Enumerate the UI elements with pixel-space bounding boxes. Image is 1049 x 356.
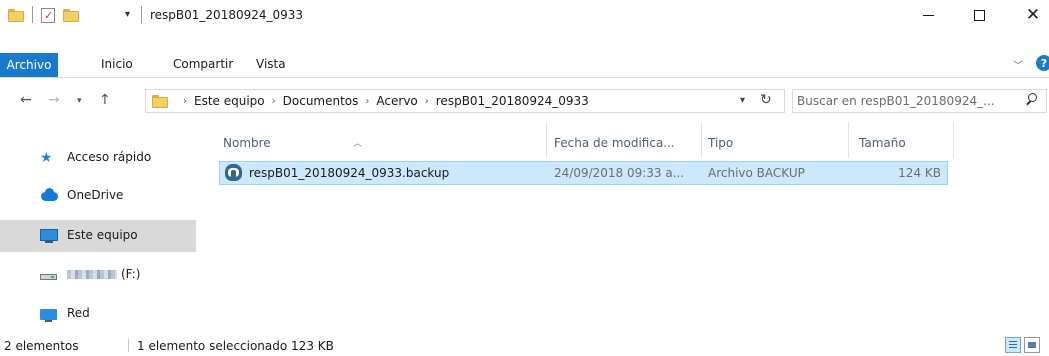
breadcrumb-separator-icon[interactable]: › (265, 94, 283, 109)
breadcrumb-separator-icon[interactable]: › (358, 94, 376, 109)
minimize-button[interactable] (905, 0, 951, 30)
column-header-nombre[interactable]: ︿ Nombre (223, 122, 548, 158)
table-row[interactable]: respB01_20180924_0933.backup 24/09/2018 … (219, 161, 948, 185)
window-title: respB01_20180924_0933 (150, 8, 304, 22)
properties-icon[interactable]: ✓ (41, 8, 55, 23)
column-header-tipo[interactable]: Tipo (708, 122, 848, 158)
maximize-button[interactable] (956, 0, 1002, 30)
address-folder-icon (152, 95, 168, 108)
refresh-icon[interactable]: ↻ (760, 92, 772, 108)
file-list: ︿ Nombre Fecha de modifica... Tipo Tamañ… (200, 116, 1049, 334)
search-icon[interactable] (1025, 93, 1039, 107)
sidebar-item-onedrive[interactable]: OneDrive (0, 180, 196, 212)
breadcrumb-este-equipo[interactable]: Este equipo (194, 94, 265, 109)
tab-archivo[interactable]: Archivo (0, 53, 58, 77)
breadcrumb-acervo[interactable]: Acervo (376, 94, 417, 109)
postgresql-elephant-icon (225, 164, 242, 181)
item-count: 2 elementos (4, 339, 79, 353)
sidebar-item-este-equipo[interactable]: Este equipo (0, 220, 196, 252)
recent-locations-chevron-icon[interactable]: ▾ (77, 96, 82, 106)
this-pc-monitor-icon (40, 229, 58, 243)
onedrive-cloud-icon (40, 188, 58, 203)
address-dropdown-icon[interactable]: ▾ (740, 95, 745, 106)
column-divider[interactable] (701, 122, 702, 158)
forward-arrow-icon[interactable]: → (48, 92, 60, 108)
navigation-pane: ★ Acceso rápido OneDrive Este equipo (F:… (0, 124, 200, 334)
breadcrumb-separator-icon[interactable]: › (176, 94, 194, 109)
sidebar-item-label: Red (67, 306, 90, 320)
large-icons-view-icon[interactable] (1024, 337, 1040, 353)
sidebar-item-label: Este equipo (67, 228, 138, 242)
redacted-drive-name (67, 270, 117, 279)
help-icon[interactable]: ? (1036, 55, 1049, 71)
file-size: 124 KB (898, 166, 941, 180)
search-input[interactable] (797, 93, 1017, 109)
new-folder-icon[interactable] (63, 9, 79, 22)
details-view-icon[interactable] (1005, 337, 1021, 353)
search-box (792, 89, 1047, 113)
quick-access-star-icon: ★ (40, 150, 53, 166)
selection-info: 1 elemento seleccionado 123 KB (137, 339, 334, 353)
file-name: respB01_20180924_0933.backup (249, 166, 450, 180)
status-separator (128, 339, 129, 352)
status-bar: 2 elementos 1 elemento seleccionado 123 … (0, 334, 1049, 356)
title-bar: ✓ ▾ respB01_20180924_0933 ✕ (0, 0, 1049, 30)
sidebar-item-red[interactable]: Red (0, 298, 196, 330)
column-divider[interactable] (953, 122, 954, 158)
file-modified: 24/09/2018 09:33 a... (554, 166, 685, 180)
tab-inicio[interactable]: Inicio (101, 57, 133, 71)
column-header-fecha[interactable]: Fecha de modifica... (554, 122, 700, 158)
breadcrumb-current-folder[interactable]: respB01_20180924_0933 (436, 94, 589, 109)
quick-access-dropdown-icon[interactable]: ▾ (125, 9, 130, 20)
sidebar-item-label: Acceso rápido (67, 150, 152, 164)
sidebar-item-label: OneDrive (67, 188, 124, 202)
sidebar-item-label: (F:) (67, 267, 140, 281)
breadcrumb-separator-icon[interactable]: › (418, 94, 436, 109)
sidebar-item-drive-f[interactable]: (F:) (0, 259, 196, 291)
navigation-bar: ← → ▾ ↑ › Este equipo › Documentos › Ace… (0, 86, 1049, 116)
tab-compartir[interactable]: Compartir (173, 57, 233, 71)
back-arrow-icon[interactable]: ← (20, 92, 32, 108)
close-button[interactable]: ✕ (1010, 0, 1049, 30)
breadcrumb-documentos[interactable]: Documentos (283, 94, 359, 109)
up-arrow-icon[interactable]: ↑ (99, 92, 111, 108)
folder-icon (8, 9, 24, 22)
file-type: Archivo BACKUP (708, 166, 805, 180)
toolbar-separator (141, 6, 142, 23)
ribbon-tabs: Archivo Inicio Compartir Vista ﹀ ? (0, 30, 1049, 78)
ribbon-expand-chevron-icon[interactable]: ﹀ (1013, 57, 1023, 72)
breadcrumb: › Este equipo › Documentos › Acervo › re… (176, 94, 589, 109)
column-divider[interactable] (848, 122, 849, 158)
tab-vista[interactable]: Vista (256, 57, 286, 71)
sort-ascending-caret-icon: ︿ (353, 139, 363, 149)
sidebar-item-acceso-rapido[interactable]: ★ Acceso rápido (0, 142, 196, 174)
toolbar-separator (32, 6, 33, 23)
network-icon (40, 307, 58, 322)
drive-icon (40, 268, 58, 282)
column-header-tamano[interactable]: Tamaño (859, 122, 953, 158)
address-bar[interactable]: › Este equipo › Documentos › Acervo › re… (145, 89, 785, 113)
column-divider[interactable] (546, 122, 547, 158)
